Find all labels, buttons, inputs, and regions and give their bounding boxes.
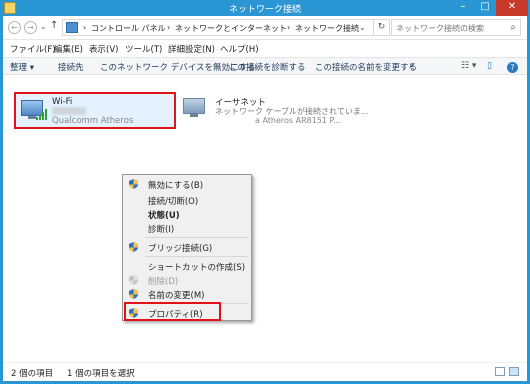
menu-label: ショートカットの作成(S) — [148, 263, 246, 273]
forward-button[interactable]: → — [24, 21, 37, 34]
up-button[interactable]: ↑ — [50, 20, 58, 31]
breadcrumb-network-connections[interactable]: ネットワーク接続 — [295, 23, 359, 34]
menu-item-diagnose[interactable]: 診断(I) — [123, 221, 251, 235]
ethernet-adapter-icon — [181, 96, 209, 118]
menu-label: 診断(I) — [148, 225, 175, 235]
monitor-stand-shape — [190, 114, 198, 117]
search-input[interactable] — [396, 22, 496, 34]
menu-tools[interactable]: ツール(T) — [125, 43, 162, 55]
rename-button[interactable]: この接続の名前を変更する — [315, 61, 417, 73]
recent-locations-icon[interactable]: ⌄ — [40, 22, 47, 31]
menu-item-delete: 削除(D) — [123, 273, 251, 287]
connections-pane: Wi-Fi Qualcomm Atheros イーサネット ネットワーク ケーブ… — [3, 76, 527, 362]
monitor-stand-shape — [28, 116, 36, 119]
menu-label: ブリッジ接続(G) — [148, 244, 213, 254]
menu-bar: ファイル(F) 編集(E) 表示(V) ツール(T) 詳細設定(N) ヘルプ(H… — [3, 41, 527, 56]
explorer-client: ← → ⌄ ↑ › コントロール パネル › ネットワークとインターネット › … — [3, 16, 527, 381]
blurred-network-name — [52, 107, 86, 115]
monitor-shape — [183, 98, 205, 114]
minimize-button[interactable]: – — [452, 0, 474, 16]
preview-pane-icon[interactable]: ▯ — [487, 61, 492, 71]
address-bar[interactable]: › コントロール パネル › ネットワークとインターネット › ネットワーク接続… — [62, 19, 374, 36]
close-button[interactable]: ✕ — [496, 0, 528, 16]
search-icon[interactable]: ⌕ — [510, 22, 516, 33]
command-bar: 整理 ▾ 接続先 このネットワーク デバイスを無効にする この接続を診断する こ… — [3, 57, 527, 75]
wifi-device: Qualcomm Atheros — [52, 116, 134, 126]
more-commands-icon[interactable]: » — [409, 61, 414, 71]
context-menu: 無効にする(B) 接続/切断(O) 状態(U) 診断(I) ブリッジ接続(G) — [122, 174, 252, 321]
ethernet-device: a Atheros AR8151 P... — [255, 116, 341, 125]
menu-label: 状態(U) — [148, 211, 180, 221]
menu-label: 名前の変更(M) — [148, 291, 205, 301]
connect-to-button[interactable]: 接続先 — [58, 61, 84, 73]
diagnose-button[interactable]: この接続を診断する — [229, 61, 306, 73]
menu-edit[interactable]: 編集(E) — [54, 43, 83, 55]
breadcrumb-separator: › — [287, 23, 291, 32]
wifi-name: Wi-Fi — [52, 97, 73, 107]
wifi-adapter-icon — [19, 98, 47, 120]
details-view-icon[interactable] — [495, 367, 505, 376]
large-icons-view-icon[interactable] — [509, 367, 519, 376]
menu-item-create-shortcut[interactable]: ショートカットの作成(S) — [123, 259, 251, 273]
maximize-button[interactable]: □ — [474, 0, 496, 16]
search-box[interactable]: ⌕ — [391, 19, 521, 36]
status-bar: 2 個の項目 1 個の項目を選択 — [3, 362, 527, 381]
menu-separator — [145, 237, 249, 238]
menu-help[interactable]: ヘルプ(H) — [220, 43, 259, 55]
menu-item-rename[interactable]: 名前の変更(M) — [123, 287, 251, 301]
menu-advanced[interactable]: 詳細設定(N) — [168, 43, 215, 55]
ethernet-connection[interactable]: イーサネット ネットワーク ケーブルが接続されていま... a Atheros … — [181, 94, 368, 130]
address-row: ← → ⌄ ↑ › コントロール パネル › ネットワークとインターネット › … — [3, 16, 527, 40]
back-button[interactable]: ← — [8, 21, 21, 34]
menu-view[interactable]: 表示(V) — [89, 43, 118, 55]
breadcrumb-control-panel[interactable]: コントロール パネル — [91, 23, 166, 34]
item-count: 2 個の項目 — [11, 369, 54, 379]
shield-icon — [129, 242, 138, 252]
menu-item-status[interactable]: 状態(U) — [123, 207, 251, 221]
organize-button[interactable]: 整理 ▾ — [10, 61, 34, 73]
control-panel-icon — [66, 22, 78, 33]
refresh-button[interactable]: ↻ — [374, 19, 390, 36]
help-icon[interactable]: ? — [507, 62, 518, 73]
menu-separator — [145, 256, 249, 257]
breadcrumb-network-internet[interactable]: ネットワークとインターネット — [175, 23, 287, 34]
menu-item-connect-disconnect[interactable]: 接続/切断(O) — [123, 193, 251, 207]
address-dropdown-icon[interactable]: ⌄ — [359, 23, 366, 32]
menu-label: 接続/切断(O) — [148, 197, 199, 207]
selection-count: 1 個の項目を選択 — [67, 369, 135, 379]
signal-bars-icon — [36, 108, 48, 120]
menu-label: 削除(D) — [148, 277, 179, 287]
change-view-icon[interactable]: ☷ ▾ — [461, 61, 476, 71]
menu-file[interactable]: ファイル(F) — [10, 43, 56, 55]
shield-icon — [129, 275, 138, 285]
menu-item-bridge[interactable]: ブリッジ接続(G) — [123, 240, 251, 254]
window-title: ネットワーク接続 — [228, 5, 301, 15]
wifi-connection[interactable]: Wi-Fi Qualcomm Atheros — [14, 92, 176, 129]
menu-item-disable[interactable]: 無効にする(B) — [123, 177, 251, 191]
menu-label: 無効にする(B) — [148, 181, 204, 191]
breadcrumb-separator: › — [83, 23, 87, 32]
breadcrumb-separator: › — [167, 23, 171, 32]
shield-icon — [129, 179, 138, 189]
window: ネットワーク接続 – □ ✕ ← → ⌄ ↑ › コントロール パネル › ネッ… — [0, 0, 530, 384]
title-bar[interactable]: ネットワーク接続 – □ ✕ — [0, 0, 530, 16]
properties-highlight — [124, 302, 221, 321]
shield-icon — [129, 289, 138, 299]
